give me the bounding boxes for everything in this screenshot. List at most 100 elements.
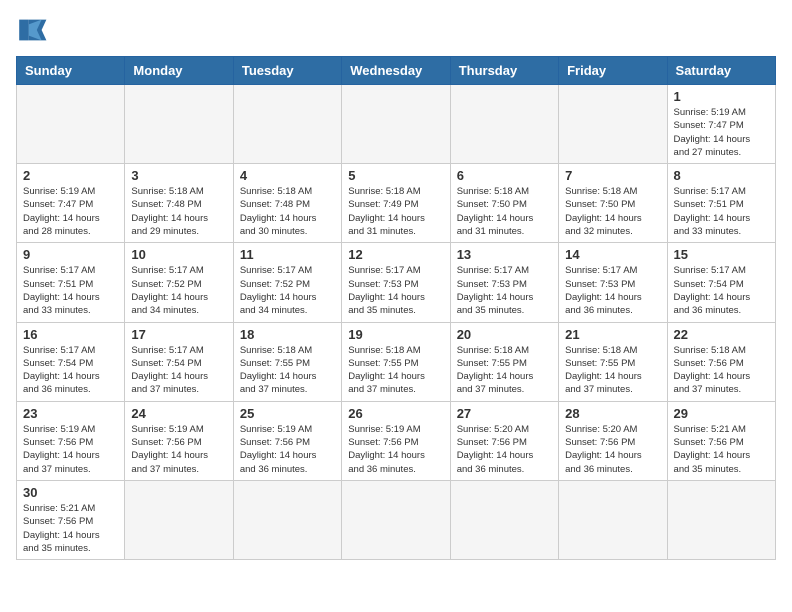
calendar-cell xyxy=(17,85,125,164)
calendar-cell: 1Sunrise: 5:19 AMSunset: 7:47 PMDaylight… xyxy=(667,85,775,164)
day-number: 7 xyxy=(565,168,660,183)
calendar-cell: 16Sunrise: 5:17 AMSunset: 7:54 PMDayligh… xyxy=(17,322,125,401)
day-info: Sunrise: 5:17 AMSunset: 7:53 PMDaylight:… xyxy=(565,264,660,317)
day-number: 3 xyxy=(131,168,226,183)
day-number: 15 xyxy=(674,247,769,262)
calendar-cell: 3 Sunrise: 5:18 AMSunset: 7:48 PMDaylight… xyxy=(125,164,233,243)
day-info: Sunrise: 5:18 AMSunset: 7:50 PMDaylight:… xyxy=(457,185,552,238)
calendar-cell: 13 Sunrise: 5:17 AMSunset: 7:53 PMDayligh… xyxy=(450,243,558,322)
logo-icon xyxy=(16,16,48,44)
day-info: Sunrise: 5:17 AMSunset: 7:52 PMDaylight:… xyxy=(240,264,335,317)
calendar-cell xyxy=(559,480,667,559)
calendar-cell: 26Sunrise: 5:19 AMSunset: 7:56 PMDayligh… xyxy=(342,401,450,480)
page-header xyxy=(16,16,776,44)
calendar-cell: 8Sunrise: 5:17 AMSunset: 7:51 PMDaylight… xyxy=(667,164,775,243)
calendar-cell: 4Sunrise: 5:18 AMSunset: 7:48 PMDaylight… xyxy=(233,164,341,243)
calendar-cell xyxy=(667,480,775,559)
day-info: Sunrise: 5:17 AMSunset: 7:51 PMDaylight:… xyxy=(23,264,118,317)
day-number: 17 xyxy=(131,327,226,342)
calendar-cell: 22Sunrise: 5:18 AMSunset: 7:56 PMDayligh… xyxy=(667,322,775,401)
day-info: Sunrise: 5:18 AMSunset: 7:50 PMDaylight:… xyxy=(565,185,660,238)
day-number: 2 xyxy=(23,168,118,183)
day-number: 13 xyxy=(457,247,552,262)
day-info: Sunrise: 5:18 AMSunset: 7:55 PMDaylight:… xyxy=(348,344,443,397)
day-number: 19 xyxy=(348,327,443,342)
calendar-cell: 12 Sunrise: 5:17 AMSunset: 7:53 PMDayligh… xyxy=(342,243,450,322)
calendar-table: SundayMondayTuesdayWednesdayThursdayFrid… xyxy=(16,56,776,560)
day-info: Sunrise: 5:20 AMSunset: 7:56 PMDaylight:… xyxy=(457,423,552,476)
calendar-week-row: 1Sunrise: 5:19 AMSunset: 7:47 PMDaylight… xyxy=(17,85,776,164)
calendar-week-row: 9 Sunrise: 5:17 AMSunset: 7:51 PMDaylight… xyxy=(17,243,776,322)
calendar-week-row: 16 Sunrise: 5:17 AMSunset: 7:54 PMDayligh… xyxy=(17,322,776,401)
calendar-cell: 2 Sunrise: 5:19 AMSunset: 7:47 PMDaylight… xyxy=(17,164,125,243)
calendar-cell: 10 Sunrise: 5:17 AMSunset: 7:52 PMDayligh… xyxy=(125,243,233,322)
day-info: Sunrise: 5:19 AMSunset: 7:56 PMDaylight:… xyxy=(131,423,226,476)
day-of-week-header: Saturday xyxy=(667,57,775,85)
calendar-cell: 29 Sunrise: 5:21 AMSunset: 7:56 PMDayligh… xyxy=(667,401,775,480)
calendar-cell: 14 Sunrise: 5:17 AMSunset: 7:53 PMDayligh… xyxy=(559,243,667,322)
day-number: 25 xyxy=(240,406,335,421)
day-info: Sunrise: 5:18 AMSunset: 7:48 PMDaylight:… xyxy=(131,185,226,238)
calendar-cell: 7 Sunrise: 5:18 AMSunset: 7:50 PMDaylight… xyxy=(559,164,667,243)
day-info: Sunrise: 5:17 AMSunset: 7:53 PMDaylight:… xyxy=(348,264,443,317)
calendar-week-row: 23 Sunrise: 5:19 AMSunset: 7:56 PMDayligh… xyxy=(17,401,776,480)
day-number: 12 xyxy=(348,247,443,262)
calendar-cell: 19 Sunrise: 5:18 AMSunset: 7:55 PMDayligh… xyxy=(342,322,450,401)
day-info: Sunrise: 5:17 AMSunset: 7:52 PMDaylight:… xyxy=(131,264,226,317)
day-number: 4 xyxy=(240,168,335,183)
day-number: 10 xyxy=(131,247,226,262)
calendar-cell: 21Sunrise: 5:18 AMSunset: 7:55 PMDayligh… xyxy=(559,322,667,401)
day-number: 29 xyxy=(674,406,769,421)
day-of-week-header: Monday xyxy=(125,57,233,85)
day-info: Sunrise: 5:18 AMSunset: 7:55 PMDaylight:… xyxy=(240,344,335,397)
calendar-cell: 15 Sunrise: 5:17 AMSunset: 7:54 PMDayligh… xyxy=(667,243,775,322)
calendar-cell: 11 Sunrise: 5:17 AMSunset: 7:52 PMDayligh… xyxy=(233,243,341,322)
day-number: 16 xyxy=(23,327,118,342)
day-number: 6 xyxy=(457,168,552,183)
day-info: Sunrise: 5:17 AMSunset: 7:53 PMDaylight:… xyxy=(457,264,552,317)
day-number: 9 xyxy=(23,247,118,262)
day-number: 26 xyxy=(348,406,443,421)
calendar-cell: 24Sunrise: 5:19 AMSunset: 7:56 PMDayligh… xyxy=(125,401,233,480)
day-number: 30 xyxy=(23,485,118,500)
day-number: 8 xyxy=(674,168,769,183)
calendar-cell: 27 Sunrise: 5:20 AMSunset: 7:56 PMDayligh… xyxy=(450,401,558,480)
calendar-week-row: 2 Sunrise: 5:19 AMSunset: 7:47 PMDaylight… xyxy=(17,164,776,243)
day-info: Sunrise: 5:18 AMSunset: 7:49 PMDaylight:… xyxy=(348,185,443,238)
calendar-cell xyxy=(233,480,341,559)
calendar-cell xyxy=(450,480,558,559)
day-info: Sunrise: 5:21 AMSunset: 7:56 PMDaylight:… xyxy=(674,423,769,476)
calendar-cell: 17 Sunrise: 5:17 AMSunset: 7:54 PMDayligh… xyxy=(125,322,233,401)
day-number: 14 xyxy=(565,247,660,262)
calendar-cell: 28Sunrise: 5:20 AMSunset: 7:56 PMDayligh… xyxy=(559,401,667,480)
logo xyxy=(16,16,52,44)
calendar-cell xyxy=(342,85,450,164)
calendar-cell xyxy=(559,85,667,164)
calendar-cell: 20 Sunrise: 5:18 AMSunset: 7:55 PMDayligh… xyxy=(450,322,558,401)
day-number: 20 xyxy=(457,327,552,342)
calendar-cell xyxy=(125,480,233,559)
calendar-cell: 9 Sunrise: 5:17 AMSunset: 7:51 PMDaylight… xyxy=(17,243,125,322)
day-number: 18 xyxy=(240,327,335,342)
day-of-week-header: Thursday xyxy=(450,57,558,85)
calendar-cell: 30 Sunrise: 5:21 AMSunset: 7:56 PMDayligh… xyxy=(17,480,125,559)
day-number: 27 xyxy=(457,406,552,421)
day-info: Sunrise: 5:17 AMSunset: 7:54 PMDaylight:… xyxy=(674,264,769,317)
day-info: Sunrise: 5:18 AMSunset: 7:56 PMDaylight:… xyxy=(674,344,769,397)
day-info: Sunrise: 5:21 AMSunset: 7:56 PMDaylight:… xyxy=(23,502,118,555)
day-info: Sunrise: 5:18 AMSunset: 7:55 PMDaylight:… xyxy=(457,344,552,397)
day-info: Sunrise: 5:19 AMSunset: 7:47 PMDaylight:… xyxy=(23,185,118,238)
day-info: Sunrise: 5:20 AMSunset: 7:56 PMDaylight:… xyxy=(565,423,660,476)
calendar-cell: 5 Sunrise: 5:18 AMSunset: 7:49 PMDaylight… xyxy=(342,164,450,243)
calendar-week-row: 30 Sunrise: 5:21 AMSunset: 7:56 PMDayligh… xyxy=(17,480,776,559)
calendar-cell xyxy=(450,85,558,164)
day-of-week-header: Tuesday xyxy=(233,57,341,85)
calendar-header-row: SundayMondayTuesdayWednesdayThursdayFrid… xyxy=(17,57,776,85)
day-info: Sunrise: 5:19 AMSunset: 7:56 PMDaylight:… xyxy=(23,423,118,476)
day-info: Sunrise: 5:17 AMSunset: 7:54 PMDaylight:… xyxy=(131,344,226,397)
calendar-cell: 18 Sunrise: 5:18 AMSunset: 7:55 PMDayligh… xyxy=(233,322,341,401)
calendar-cell: 23 Sunrise: 5:19 AMSunset: 7:56 PMDayligh… xyxy=(17,401,125,480)
day-number: 5 xyxy=(348,168,443,183)
day-number: 23 xyxy=(23,406,118,421)
day-number: 11 xyxy=(240,247,335,262)
